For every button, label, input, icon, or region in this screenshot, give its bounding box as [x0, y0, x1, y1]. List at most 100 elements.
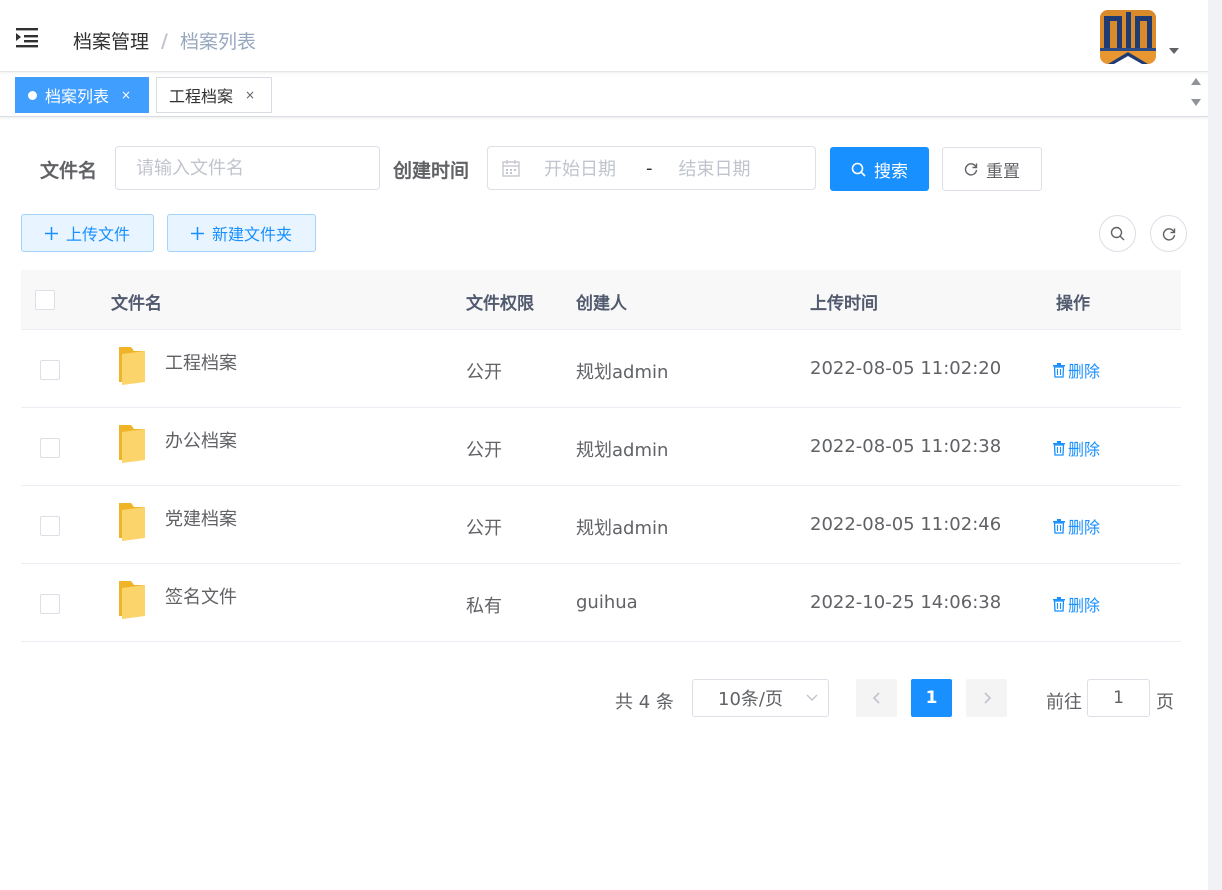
new-folder-button[interactable]: 新建文件夹: [167, 214, 316, 252]
row-checkbox[interactable]: [40, 438, 60, 458]
page-size-select[interactable]: 10条/页: [692, 679, 829, 717]
table-row[interactable]: 工程档案 公开 规划admin 2022-08-05 11:02:20 删除: [21, 330, 1181, 408]
row-checkbox[interactable]: [40, 360, 60, 380]
folder-icon[interactable]: [117, 345, 147, 385]
delete-label: 删除: [1068, 518, 1101, 537]
breadcrumb-separator: /: [161, 29, 168, 52]
tag-engineering-archive[interactable]: 工程档案 ×: [156, 77, 272, 113]
refresh-icon: [964, 162, 978, 176]
scroll-up-icon[interactable]: [1191, 78, 1201, 85]
row-creator: 规划admin: [576, 440, 669, 461]
prev-page-button[interactable]: [856, 679, 897, 717]
trash-icon: [1053, 596, 1065, 612]
file-table: 文件名 文件权限 创建人 上传时间 操作 工程档案 公开 规划admin 202…: [21, 270, 1181, 642]
scroll-down-icon[interactable]: [1191, 99, 1201, 106]
header-creator: 创建人: [576, 294, 627, 314]
goto-prefix: 前往: [1046, 692, 1082, 713]
search-icon: [851, 162, 866, 177]
search-icon: [1110, 226, 1125, 241]
delete-label: 删除: [1068, 440, 1101, 459]
tag-archive-list[interactable]: 档案列表 ×: [15, 77, 149, 113]
goto-page-input[interactable]: [1088, 680, 1149, 716]
filename-label: 文件名: [40, 160, 98, 182]
table-row[interactable]: 党建档案 公开 规划admin 2022-08-05 11:02:46 删除: [21, 486, 1181, 564]
goto-suffix: 页: [1156, 692, 1174, 713]
refresh-icon: [1162, 227, 1175, 241]
trash-icon: [1053, 440, 1065, 456]
delete-label: 删除: [1068, 596, 1101, 615]
header-actions: 操作: [1056, 294, 1090, 314]
hamburger-icon[interactable]: [16, 26, 40, 48]
breadcrumb-parent[interactable]: 档案管理: [73, 27, 149, 54]
page-size-value: 10条/页: [718, 689, 783, 710]
row-permission: 公开: [466, 518, 502, 539]
header-permission: 文件权限: [466, 294, 534, 314]
row-upload-time: 2022-10-25 14:06:38: [810, 592, 1002, 613]
plus-icon: [44, 226, 58, 240]
chevron-down-icon: [806, 694, 818, 701]
table-row[interactable]: 办公档案 公开 规划admin 2022-08-05 11:02:38 删除: [21, 408, 1181, 486]
avatar[interactable]: [1100, 10, 1156, 64]
row-creator: 规划admin: [576, 518, 669, 539]
chevron-right-icon: [983, 692, 991, 704]
start-date-placeholder[interactable]: 开始日期: [544, 155, 616, 181]
row-checkbox[interactable]: [40, 516, 60, 536]
range-separator: -: [646, 157, 653, 179]
breadcrumb-current: 档案列表: [179, 31, 256, 53]
caret-down-icon[interactable]: [1169, 48, 1179, 54]
tags-view: 档案列表 × 工程档案 ×: [0, 73, 1208, 117]
search-button-label: 搜索: [874, 161, 908, 182]
toggle-search-button[interactable]: [1099, 215, 1136, 252]
row-filename[interactable]: 工程档案: [165, 349, 237, 375]
row-permission: 公开: [466, 440, 502, 461]
row-permission: 私有: [466, 596, 502, 617]
goto-page-input-wrapper: [1087, 679, 1150, 717]
row-filename[interactable]: 签名文件: [165, 583, 237, 609]
upload-file-label: 上传文件: [65, 225, 130, 244]
delete-button[interactable]: 删除: [1052, 514, 1100, 538]
row-upload-time: 2022-08-05 11:02:38: [810, 436, 1002, 457]
date-range-picker[interactable]: 开始日期 - 结束日期: [487, 146, 816, 190]
folder-icon[interactable]: [117, 423, 147, 463]
row-creator: guihua: [576, 592, 638, 613]
header-upload-time: 上传时间: [810, 294, 878, 314]
end-date-placeholder[interactable]: 结束日期: [679, 155, 751, 181]
created-time-label: 创建时间: [393, 160, 470, 182]
row-checkbox[interactable]: [40, 594, 60, 614]
trash-icon: [1053, 518, 1065, 534]
delete-button[interactable]: 删除: [1052, 436, 1100, 460]
breadcrumb: 档案管理 / 档案列表: [73, 27, 256, 54]
tag-label: 档案列表: [45, 87, 110, 106]
row-filename[interactable]: 党建档案: [165, 505, 237, 531]
navbar: 档案管理 / 档案列表: [0, 0, 1208, 72]
page-1-button[interactable]: 1: [911, 679, 952, 717]
chevron-left-icon: [872, 692, 880, 704]
table-header: 文件名 文件权限 创建人 上传时间 操作: [21, 270, 1181, 330]
header-filename: 文件名: [111, 294, 162, 314]
delete-button[interactable]: 删除: [1052, 358, 1100, 382]
delete-button[interactable]: 删除: [1052, 592, 1100, 616]
select-all-checkbox[interactable]: [35, 290, 55, 310]
search-button[interactable]: 搜索: [830, 147, 929, 191]
pagination-total: 共 4 条: [615, 692, 674, 713]
reset-button[interactable]: 重置: [942, 147, 1042, 191]
close-icon[interactable]: ×: [245, 88, 255, 102]
close-icon[interactable]: ×: [121, 88, 131, 102]
row-permission: 公开: [466, 362, 502, 383]
filename-input-wrapper: [115, 146, 380, 190]
folder-icon[interactable]: [117, 501, 147, 541]
delete-label: 删除: [1068, 362, 1101, 381]
trash-icon: [1053, 362, 1065, 378]
plus-icon: [190, 226, 204, 240]
row-filename[interactable]: 办公档案: [165, 427, 237, 453]
row-creator: 规划admin: [576, 362, 669, 383]
row-upload-time: 2022-08-05 11:02:46: [810, 514, 1002, 535]
upload-file-button[interactable]: 上传文件: [21, 214, 154, 252]
row-upload-time: 2022-08-05 11:02:20: [810, 358, 1002, 379]
filename-input[interactable]: [116, 147, 379, 189]
table-row[interactable]: 签名文件 私有 guihua 2022-10-25 14:06:38 删除: [21, 564, 1181, 642]
next-page-button[interactable]: [966, 679, 1007, 717]
folder-icon[interactable]: [117, 579, 147, 619]
refresh-table-button[interactable]: [1150, 215, 1187, 252]
window-edge: [1208, 0, 1222, 890]
